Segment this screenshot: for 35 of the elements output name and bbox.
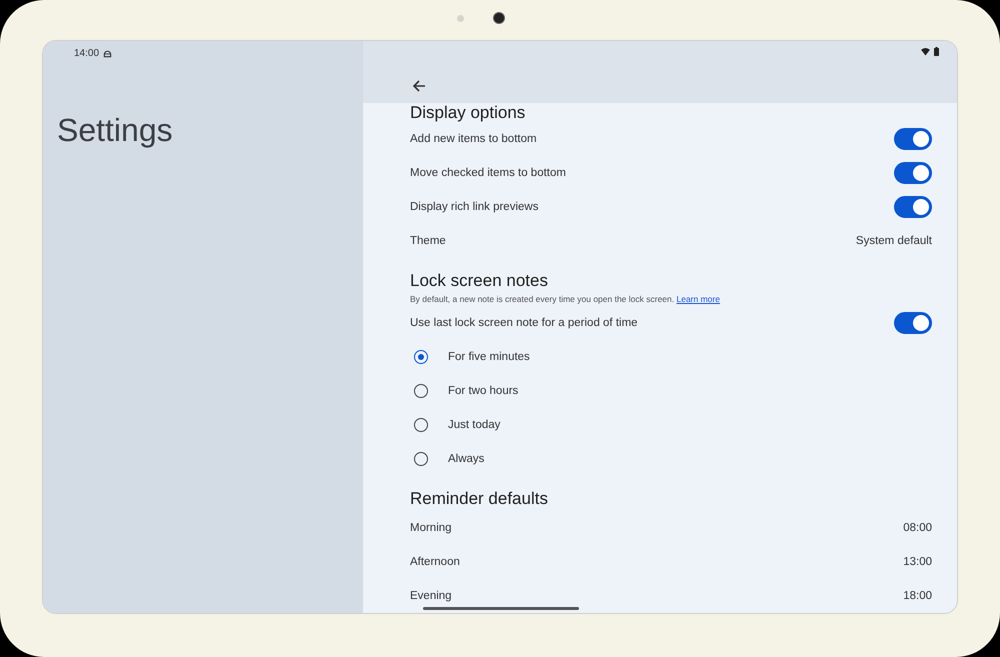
setting-label: Evening <box>410 590 452 602</box>
setting-value: 08:00 <box>903 522 932 534</box>
toggle-switch[interactable] <box>894 162 932 184</box>
section-description: By default, a new note is created every time you open the lock screen. Learn more <box>410 293 721 306</box>
camera-icon <box>493 12 505 24</box>
setting-label: Display rich link previews <box>410 201 538 213</box>
setting-label: Afternoon <box>410 556 460 568</box>
radio-button[interactable] <box>414 384 428 398</box>
section-heading: Display options <box>410 103 526 122</box>
section-heading: Reminder defaults <box>410 488 549 510</box>
radio-button[interactable] <box>414 452 428 466</box>
toggle-switch[interactable] <box>894 312 932 334</box>
wifi-icon <box>921 48 930 56</box>
toggle-switch[interactable] <box>894 196 932 218</box>
learn-more-link[interactable]: Learn more <box>676 294 720 304</box>
section-heading: Lock screen notes <box>410 270 549 292</box>
status-time: 14:00 <box>74 48 100 58</box>
setting-label: Use last lock screen note for a period of time <box>410 317 638 329</box>
radio-button[interactable] <box>414 350 428 364</box>
radio-label: For two hours <box>448 385 518 397</box>
setting-label: Add new items to bottom <box>410 133 537 145</box>
setting-value: 13:00 <box>903 556 932 568</box>
setting-label: Theme <box>410 235 446 247</box>
setting-label: Morning <box>410 522 452 534</box>
back-arrow-icon <box>412 79 426 93</box>
radio-label: Always <box>448 453 484 465</box>
toggle-switch[interactable] <box>894 128 932 150</box>
battery-icon <box>934 47 939 56</box>
page-title: Settings <box>56 111 174 149</box>
radio-label: For five minutes <box>448 351 530 363</box>
setting-value: 18:00 <box>903 590 932 602</box>
radio-label: Just today <box>448 419 500 431</box>
setting-label: Move checked items to bottom <box>410 167 566 179</box>
setting-value: System default <box>856 235 932 247</box>
radio-button[interactable] <box>414 418 428 432</box>
